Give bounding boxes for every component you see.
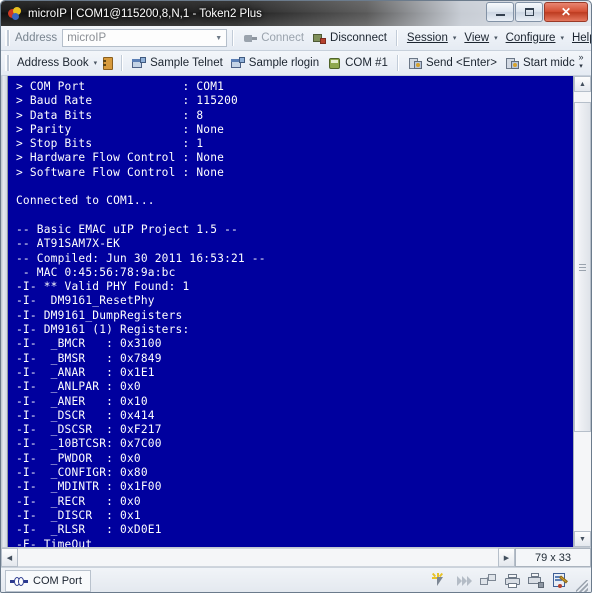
vertical-scroll-thumb[interactable]: [574, 102, 591, 432]
help-label: Help: [571, 32, 591, 44]
window-title: microIP | COM1@115200,8,N,1 - Token2 Plu…: [28, 7, 262, 20]
send-macro-icon: [408, 56, 423, 71]
start-midc-label: Start midc: [522, 57, 575, 69]
title-bar[interactable]: microIP | COM1@115200,8,N,1 - Token2 Plu…: [1, 1, 591, 26]
toolbar-grip-2[interactable]: [5, 55, 10, 71]
status-icon-group: [431, 571, 569, 591]
share-icon[interactable]: [480, 573, 497, 589]
address-value[interactable]: microIP: [63, 32, 211, 44]
terminal-area: > COM Port : COM1 > Baud Rate : 115200 >…: [1, 76, 591, 547]
connect-label: Connect: [261, 32, 305, 44]
rlogin-icon: [230, 56, 246, 71]
send-enter-label: Send <Enter>: [425, 57, 497, 69]
chevron-down-icon: ▾: [452, 35, 457, 42]
view-label: View: [464, 32, 490, 44]
maximize-button[interactable]: [515, 2, 543, 22]
toolbar-sessions: Address Book ▾ Sample Telnet Sample rlog…: [1, 51, 591, 76]
com1-label: COM #1: [345, 57, 388, 69]
sample-telnet-label: Sample Telnet: [150, 57, 223, 69]
telnet-icon: [132, 56, 147, 71]
terminal-output[interactable]: > COM Port : COM1 > Baud Rate : 115200 >…: [8, 76, 573, 547]
sample-rlogin-label: Sample rlogin: [248, 57, 320, 69]
disconnect-icon: [312, 31, 327, 46]
address-book-label: Address Book: [17, 57, 89, 69]
session-com1[interactable]: COM #1: [323, 53, 392, 73]
macro-send-enter[interactable]: Send <Enter>: [404, 53, 501, 73]
plug-icon: [243, 31, 258, 46]
toolbar-separator-4: [396, 55, 399, 71]
toolbar-overflow-button[interactable]: » ▾: [575, 53, 587, 71]
menu-session[interactable]: Session ▾: [403, 28, 460, 48]
menu-configure[interactable]: Configure ▾: [502, 28, 568, 48]
start-midc-icon: [505, 56, 520, 71]
minimize-button[interactable]: [486, 2, 514, 22]
overflow-caret-icon: ▾: [579, 63, 583, 70]
highlight-cursor-icon[interactable]: [431, 572, 449, 589]
chevron-down-icon: ▾: [560, 35, 564, 42]
toolbar-address: Address microIP ▼ Connect Disconnect Ses…: [1, 26, 591, 51]
horizontal-scroll-track[interactable]: [18, 548, 498, 567]
horizontal-scroll-row: ◀ ▶ 79 x 33: [1, 547, 591, 567]
com-port-icon: [10, 576, 28, 587]
close-button[interactable]: ✕: [544, 2, 588, 22]
print-icon[interactable]: [504, 573, 521, 589]
scroll-down-button[interactable]: ▼: [574, 531, 591, 547]
scroll-right-button[interactable]: ▶: [498, 548, 515, 567]
status-bar: COM Port: [1, 567, 591, 592]
chevron-down-icon: ▾: [494, 35, 498, 42]
token2-app-icon: [7, 6, 23, 22]
scroll-up-button[interactable]: ▲: [574, 76, 591, 92]
address-book-icon[interactable]: [101, 56, 116, 71]
menu-help[interactable]: Help ▾: [568, 28, 591, 48]
com-port-icon: [327, 56, 342, 71]
resize-grip[interactable]: [576, 580, 588, 592]
address-label: Address: [15, 32, 58, 44]
chevron-down-icon: ▾: [93, 60, 98, 67]
print-setup-icon[interactable]: [528, 573, 545, 589]
overflow-chevrons-icon: »: [578, 52, 584, 62]
taskbar-item-com-port[interactable]: COM Port: [5, 570, 91, 592]
session-sample-rlogin[interactable]: Sample rlogin: [227, 53, 323, 73]
disconnect-label: Disconnect: [330, 32, 387, 44]
menu-view[interactable]: View ▾: [460, 28, 501, 48]
application-window: microIP | COM1@115200,8,N,1 - Token2 Plu…: [0, 0, 592, 593]
address-book-button[interactable]: Address Book ▾: [13, 53, 101, 73]
session-sample-telnet[interactable]: Sample Telnet: [128, 53, 227, 73]
disconnect-button[interactable]: Disconnect: [308, 28, 391, 48]
window-controls: ✕: [485, 2, 588, 22]
macro-start-midc[interactable]: Start midc: [501, 53, 579, 73]
toolbar-separator-2: [395, 30, 398, 46]
scroll-left-button[interactable]: ◀: [1, 548, 18, 567]
configure-label: Configure: [505, 32, 556, 44]
toolbar-separator-3: [121, 55, 124, 71]
terminal-size-indicator: 79 x 33: [515, 548, 591, 567]
terminal-left-edge: [1, 76, 8, 547]
vertical-scrollbar[interactable]: ▲ ▼: [573, 76, 591, 547]
vertical-scroll-track[interactable]: [574, 92, 591, 531]
session-label: Session: [406, 32, 448, 44]
edit-log-icon[interactable]: [552, 573, 569, 589]
chevron-down-icon[interactable]: ▼: [211, 30, 226, 46]
toolbar-separator: [232, 30, 235, 46]
connect-button[interactable]: Connect: [239, 28, 308, 48]
address-input[interactable]: microIP ▼: [62, 29, 228, 47]
fast-forward-icon[interactable]: [456, 573, 473, 589]
toolbar-grip[interactable]: [5, 30, 10, 46]
taskbar-item-label: COM Port: [33, 575, 82, 587]
